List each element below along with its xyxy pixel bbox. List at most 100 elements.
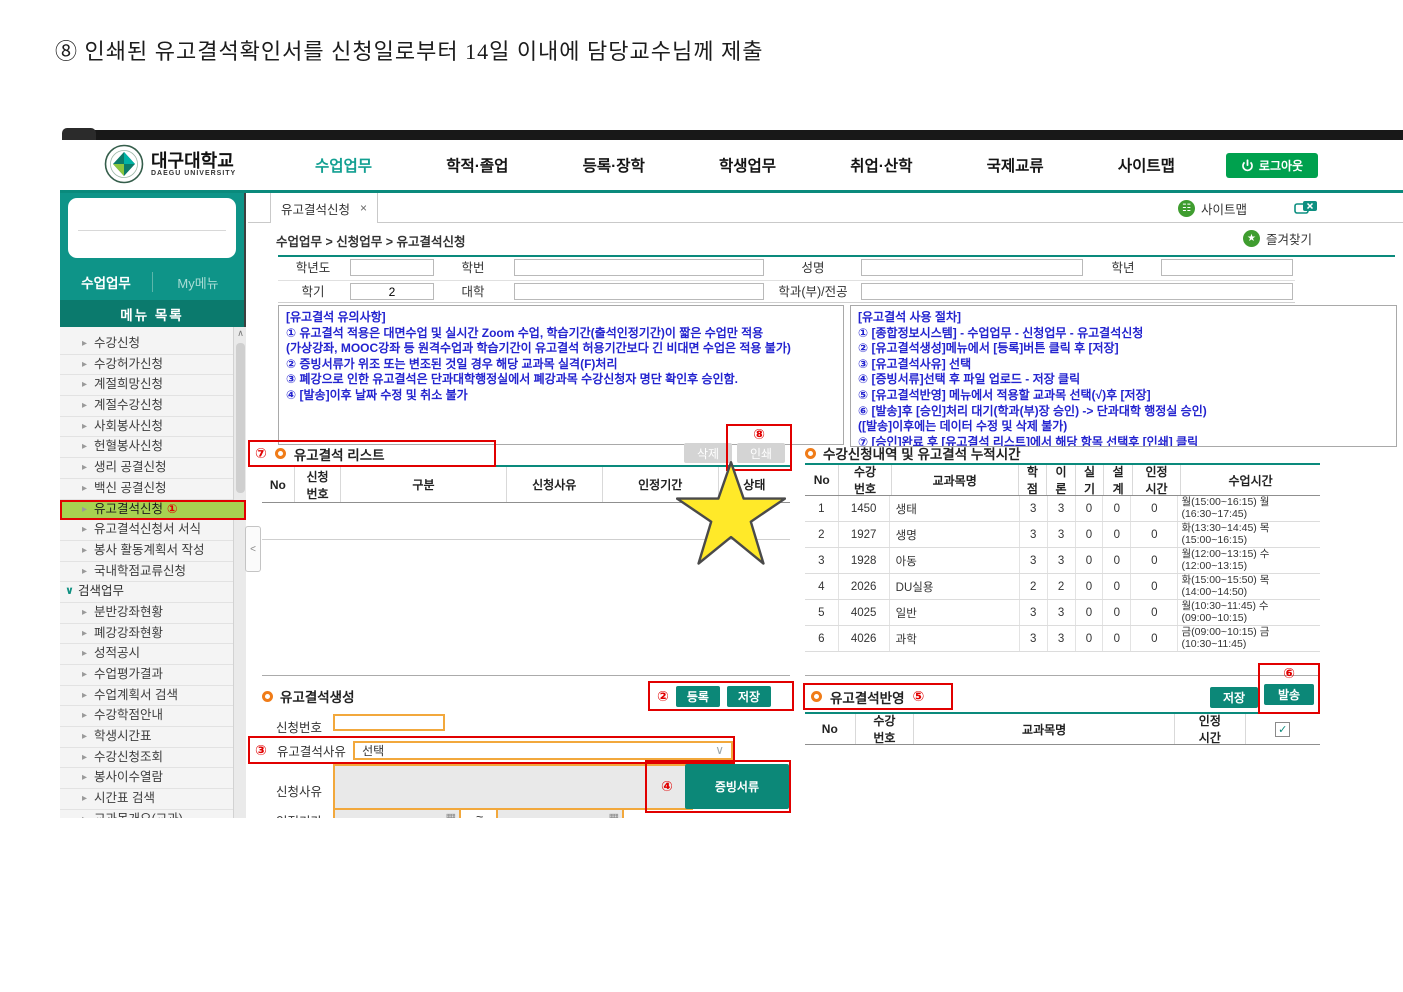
delete-button[interactable]: 삭제 bbox=[684, 443, 732, 463]
main-nav-item[interactable]: 학생업무 bbox=[719, 154, 776, 176]
calendar-icon[interactable]: ▦ bbox=[446, 811, 456, 818]
sidebar-tab-classwork[interactable]: 수업업무 bbox=[60, 272, 152, 292]
main-nav-item[interactable]: 수업업무 bbox=[315, 154, 372, 176]
notice-line: ④ [증빙서류]선택 후 파일 업로드 - 저장 클릭 bbox=[858, 372, 1389, 388]
sidebar-item-label: 사회봉사신청 bbox=[94, 419, 163, 433]
detail-textarea[interactable] bbox=[333, 764, 693, 810]
course-time: 월(10:30~11:45) 수(09:00~10:15) bbox=[1178, 600, 1320, 625]
site-header: 대구대학교 DAEGU UNIVERSITY 수업업무 학적·졸업 등록·장학 … bbox=[60, 140, 1403, 190]
course-code: 1450 bbox=[839, 496, 890, 521]
dept-input[interactable] bbox=[861, 283, 1293, 300]
sidebar-menu-item[interactable]: 계절수강신청 bbox=[60, 396, 246, 417]
courses-table-body: 1 1450 생태 3 3 0 0 0 월(15:00~16:15) 월(16:… bbox=[805, 496, 1320, 652]
sidebar-menu-item[interactable]: 봉사 활동계획서 작성 bbox=[60, 541, 246, 562]
sidebar-collapse-handle[interactable]: < bbox=[245, 526, 261, 572]
main-nav-item[interactable]: 사이트맵 bbox=[1118, 154, 1175, 176]
sidebar-menu-item[interactable]: 봉사이수열람 bbox=[60, 768, 246, 789]
courses-section-title: 수강신청내역 및 유고결석 누적시간 bbox=[823, 443, 1021, 463]
course-name: 과학 bbox=[890, 626, 1020, 651]
request-no-input[interactable] bbox=[333, 714, 445, 731]
notice-line: ① 유고결석 적용은 대면수업 및 실시간 Zoom 수업, 학습기간(출석인정… bbox=[286, 326, 836, 342]
column-header: No bbox=[805, 714, 856, 744]
column-header: 교과목명 bbox=[914, 714, 1175, 744]
sidebar-menu-item[interactable]: 수업계획서 검색 bbox=[60, 686, 246, 707]
close-all-windows-icon[interactable] bbox=[1294, 200, 1318, 222]
logo-subtitle: DAEGU UNIVERSITY bbox=[151, 170, 236, 177]
sidebar-menu-item[interactable]: 생리 공결신청 bbox=[60, 458, 246, 479]
course-name: 아동 bbox=[890, 548, 1020, 573]
sidebar-item-label: 시간표 검색 bbox=[94, 791, 155, 805]
grade-input[interactable] bbox=[1161, 259, 1293, 276]
sidebar-menu-item[interactable]: 수강학점안내 bbox=[60, 706, 246, 727]
main-nav-item[interactable]: 취업·산학 bbox=[850, 154, 912, 176]
scrollbar-thumb[interactable] bbox=[236, 343, 245, 493]
sidebar-menu-item[interactable]: 유고결석신청서 서식 bbox=[60, 520, 246, 541]
college-input[interactable] bbox=[514, 283, 764, 300]
notice-line: (가상강좌, MOOC강좌 등 원격수업과 학습기간이 유고결석 허용기간보다 … bbox=[286, 341, 836, 357]
register-button[interactable]: 등록 bbox=[676, 686, 720, 707]
main-nav-item[interactable]: 등록·장학 bbox=[583, 154, 645, 176]
sidebar-menu-item[interactable]: 수업평가결과 bbox=[60, 665, 246, 686]
course-time: 금(09:00~10:15) 금(10:30~11:45) bbox=[1178, 626, 1320, 651]
name-input[interactable] bbox=[861, 259, 1083, 276]
scroll-up-arrow[interactable]: ∧ bbox=[234, 327, 247, 340]
card-divider bbox=[78, 230, 226, 231]
sidebar-menu-item[interactable]: 학생시간표 bbox=[60, 727, 246, 748]
sidebar-menu-item[interactable]: 수강신청조회 bbox=[60, 748, 246, 769]
evidence-docs-button[interactable]: 증빙서류 bbox=[685, 764, 789, 809]
top-annotation-note: ⑧ 인쇄된 유고결석확인서를 신청일로부터 14일 이내에 담당교수님께 제출 bbox=[55, 34, 763, 66]
select-all-checkbox[interactable]: ✓ bbox=[1275, 722, 1290, 737]
sidebar-menu-item[interactable]: 검색업무 bbox=[60, 582, 246, 603]
course-time: 월(15:00~16:15) 월(16:30~17:45) bbox=[1178, 496, 1320, 521]
favorite-link[interactable]: ★ 즐겨찾기 bbox=[1243, 229, 1312, 248]
courses-table-header: No수강 번호교과목명학 점이 론실 기설 계인정 시간수업시간 bbox=[805, 465, 1320, 496]
notice-line: ② 증빙서류가 위조 또는 변조된 것일 경우 해당 교과목 실격(F)처리 bbox=[286, 357, 836, 373]
period-start-input[interactable]: ▦ bbox=[333, 808, 461, 818]
calendar-icon[interactable]: ▦ bbox=[609, 811, 619, 818]
sidebar-menu-item[interactable]: 성적공시 bbox=[60, 644, 246, 665]
sidebar-menu-item[interactable]: 헌혈봉사신청 bbox=[60, 437, 246, 458]
section-bullet-icon bbox=[811, 691, 822, 702]
course-recognized-hours: 0 bbox=[1131, 626, 1178, 651]
sidebar-item-label: 수강학점안내 bbox=[94, 708, 163, 722]
annotation-box-4: ④ 증빙서류 bbox=[645, 760, 791, 813]
column-header: 구분 bbox=[341, 467, 506, 502]
course-row: 3 1928 아동 3 3 0 0 0 월(12:00~13:15) 수(12:… bbox=[805, 548, 1320, 574]
sidebar-menu-item[interactable]: 시간표 검색 bbox=[60, 789, 246, 810]
send-button[interactable]: 발송 bbox=[1264, 684, 1314, 705]
reason-select[interactable]: 선택 ∨ bbox=[353, 741, 733, 760]
sidebar-menu-item[interactable]: 수강신청 bbox=[60, 334, 246, 355]
sidebar-menu-item[interactable]: 분반강좌현황 bbox=[60, 603, 246, 624]
sitemap-icon: ☷ bbox=[1178, 200, 1195, 217]
sidebar-menu-item[interactable]: 백신 공결신청 bbox=[60, 479, 246, 500]
tab-close-icon[interactable]: × bbox=[360, 201, 367, 215]
term-input[interactable] bbox=[350, 283, 434, 300]
save-button[interactable]: 저장 bbox=[727, 686, 771, 707]
favorite-label: 즐겨찾기 bbox=[1266, 229, 1312, 248]
student-id-input[interactable] bbox=[514, 259, 764, 276]
sidebar-menu-item[interactable]: 사회봉사신청 bbox=[60, 417, 246, 438]
sidebar-tab-mymenu[interactable]: My메뉴 bbox=[152, 273, 244, 292]
sidebar-item-label: 생리 공결신청 bbox=[94, 460, 166, 474]
page-tab-active[interactable]: 유고결석신청 × bbox=[270, 193, 378, 223]
sitemap-link[interactable]: ☷ 사이트맵 bbox=[1178, 199, 1247, 218]
main-nav-item[interactable]: 학적·졸업 bbox=[446, 154, 508, 176]
section-bullet-icon bbox=[805, 448, 816, 459]
sidebar-menu-item[interactable]: 수강허가신청 bbox=[60, 355, 246, 376]
sidebar-menu-item[interactable]: 폐강강좌현황 bbox=[60, 624, 246, 645]
sidebar-scrollbar[interactable]: ∧ bbox=[233, 327, 246, 818]
sidebar-menu-item[interactable]: 국내학점교류신청 bbox=[60, 562, 246, 583]
sidebar-menu-item[interactable]: 계절희망신청 bbox=[60, 375, 246, 396]
courses-table: No수강 번호교과목명학 점이 론실 기설 계인정 시간수업시간 1 1450 … bbox=[805, 463, 1320, 652]
logout-button[interactable]: 로그아웃 bbox=[1226, 153, 1318, 178]
period-end-input[interactable]: ▦ bbox=[496, 808, 624, 818]
course-name: DU실용 bbox=[890, 574, 1020, 599]
reflect-save-button[interactable]: 저장 bbox=[1210, 687, 1258, 708]
university-logo[interactable]: 대구대학교 DAEGU UNIVERSITY bbox=[104, 144, 236, 184]
notice-line: ③ [유고결석사유] 선택 bbox=[858, 357, 1389, 373]
sidebar-menu: 수강신청 수강허가신청 계절희망신청 계절수강신청 사회 bbox=[60, 327, 246, 818]
sidebar-menu-item[interactable]: 교과목개요(교과) bbox=[60, 810, 246, 818]
year-input[interactable] bbox=[350, 259, 434, 276]
sidebar-menu-item[interactable]: 유고결석신청① bbox=[60, 500, 246, 521]
main-nav-item[interactable]: 국제교류 bbox=[987, 154, 1044, 176]
